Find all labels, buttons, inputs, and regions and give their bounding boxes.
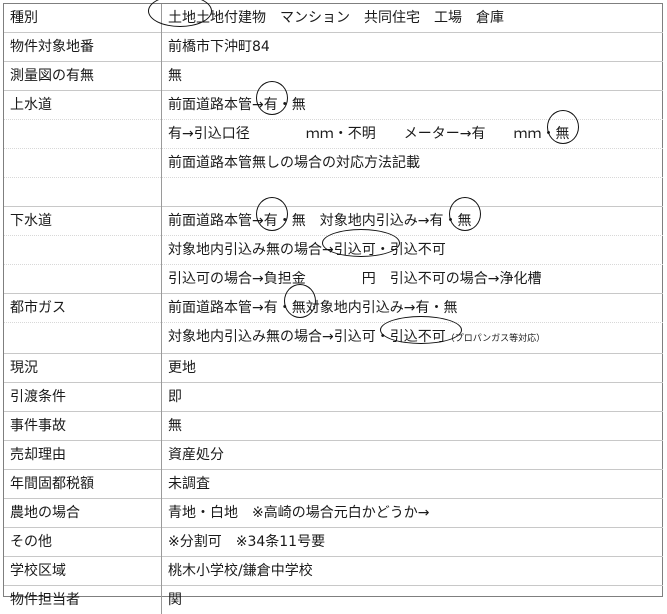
label-tax: 年間固都税額 [4, 470, 162, 499]
type-options: 土地付建物 マンション 共同住宅 工場 倉庫 [196, 10, 504, 26]
label-other: その他 [4, 528, 162, 557]
label-survey-map: 測量図の有無 [4, 62, 162, 91]
label-water: 上水道 [4, 91, 162, 120]
label-lot-number: 物件対象地番 [4, 33, 162, 62]
row-sewer-2: 対象地内引込み無の場合→引込可・引込不可 [4, 236, 663, 265]
label-sewer: 下水道 [4, 207, 162, 236]
label-sale-reason: 売却理由 [4, 441, 162, 470]
value-sewer-3: 引込可の場合→負担金 円 引込不可の場合→浄化槽 [162, 265, 664, 294]
row-handover: 引渡条件 即 [4, 383, 663, 412]
value-gas-2: 対象地内引込み無の場合→引込可・引込不可（プロパンガス等対応） [162, 323, 664, 354]
row-other: その他 ※分割可 ※34条11号要 [4, 528, 663, 557]
value-lot-number: 前橋市下沖町84 [162, 33, 664, 62]
value-gas-1: 前面道路本管→有・無対象地内引込み→有・無 [162, 294, 664, 323]
label-type: 種別 [4, 4, 162, 33]
row-incidents: 事件事故 無 [4, 412, 663, 441]
circled-meter-none: 無 [555, 120, 569, 148]
propane-note: （プロパンガス等対応） [446, 334, 545, 344]
property-info-sheet: 種別 土地土地付建物 マンション 共同住宅 工場 倉庫 物件対象地番 前橋市下沖… [3, 3, 663, 597]
circled-sewer-inlet-none: 無 [457, 207, 471, 235]
value-water-2: 有→引込口径 ｍｍ・不明 メーター→有 ｍｍ・無 [162, 120, 664, 149]
circled-gas-none: 無 [292, 294, 306, 322]
row-status: 現況 更地 [4, 354, 663, 383]
value-water-1: 前面道路本管→有・無 [162, 91, 664, 120]
value-sewer-2: 対象地内引込み無の場合→引込可・引込不可 [162, 236, 664, 265]
label-gas: 都市ガス [4, 294, 162, 323]
row-water-4 [4, 178, 663, 207]
row-gas-1: 都市ガス 前面道路本管→有・無対象地内引込み→有・無 [4, 294, 663, 323]
value-handover: 即 [162, 383, 664, 412]
value-farmland: 青地・白地 ※高崎の場合元白かどうか→ [162, 499, 664, 528]
label-school: 学校区域 [4, 557, 162, 586]
value-incidents: 無 [162, 412, 664, 441]
value-water-3: 前面道路本管無しの場合の対応方法記載 [162, 149, 664, 178]
circled-gas-impossible: 引込不可 [390, 323, 446, 351]
value-status: 更地 [162, 354, 664, 383]
label-handover: 引渡条件 [4, 383, 162, 412]
property-table: 種別 土地土地付建物 マンション 共同住宅 工場 倉庫 物件対象地番 前橋市下沖… [4, 4, 663, 614]
row-lot-number: 物件対象地番 前橋市下沖町84 [4, 33, 663, 62]
label-incidents: 事件事故 [4, 412, 162, 441]
row-tax: 年間固都税額 未調査 [4, 470, 663, 499]
row-survey-map: 測量図の有無 無 [4, 62, 663, 91]
circled-land: 土地 [168, 4, 196, 32]
value-sale-reason: 資産処分 [162, 441, 664, 470]
value-sewer-1: 前面道路本管→有・無 対象地内引込み→有・無 [162, 207, 664, 236]
circled-sewer-yes: 有 [264, 207, 278, 235]
circled-sewer-possible: 引込可 [334, 236, 376, 264]
value-type: 土地土地付建物 マンション 共同住宅 工場 倉庫 [162, 4, 664, 33]
circled-water-yes: 有 [264, 91, 278, 119]
row-school: 学校区域 桃木小学校/鎌倉中学校 [4, 557, 663, 586]
row-sewer-3: 引込可の場合→負担金 円 引込不可の場合→浄化槽 [4, 265, 663, 294]
row-water-1: 上水道 前面道路本管→有・無 [4, 91, 663, 120]
row-sale-reason: 売却理由 資産処分 [4, 441, 663, 470]
value-survey-map: 無 [162, 62, 664, 91]
row-sewer-1: 下水道 前面道路本管→有・無 対象地内引込み→有・無 [4, 207, 663, 236]
row-type: 種別 土地土地付建物 マンション 共同住宅 工場 倉庫 [4, 4, 663, 33]
value-water-4 [162, 178, 664, 207]
row-water-3: 前面道路本管無しの場合の対応方法記載 [4, 149, 663, 178]
row-water-2: 有→引込口径 ｍｍ・不明 メーター→有 ｍｍ・無 [4, 120, 663, 149]
row-gas-2: 対象地内引込み無の場合→引込可・引込不可（プロパンガス等対応） [4, 323, 663, 354]
label-status: 現況 [4, 354, 162, 383]
row-farmland: 農地の場合 青地・白地 ※高崎の場合元白かどうか→ [4, 499, 663, 528]
value-tax: 未調査 [162, 470, 664, 499]
value-school: 桃木小学校/鎌倉中学校 [162, 557, 664, 586]
value-other: ※分割可 ※34条11号要 [162, 528, 664, 557]
label-farmland: 農地の場合 [4, 499, 162, 528]
